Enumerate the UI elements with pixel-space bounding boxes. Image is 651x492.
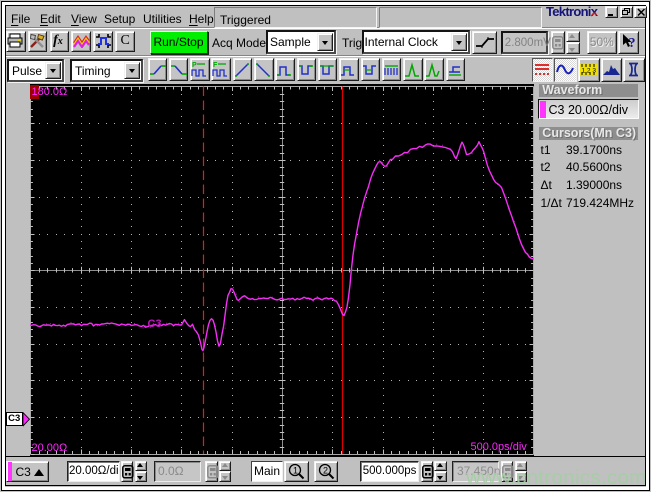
svg-text:F: F bbox=[213, 62, 218, 69]
svg-text:P: P bbox=[192, 62, 197, 69]
svg-text:?: ? bbox=[629, 36, 636, 51]
svg-text:1: 1 bbox=[293, 465, 298, 475]
svg-text:1 2 3: 1 2 3 bbox=[581, 68, 596, 75]
svg-text:2: 2 bbox=[323, 465, 328, 475]
